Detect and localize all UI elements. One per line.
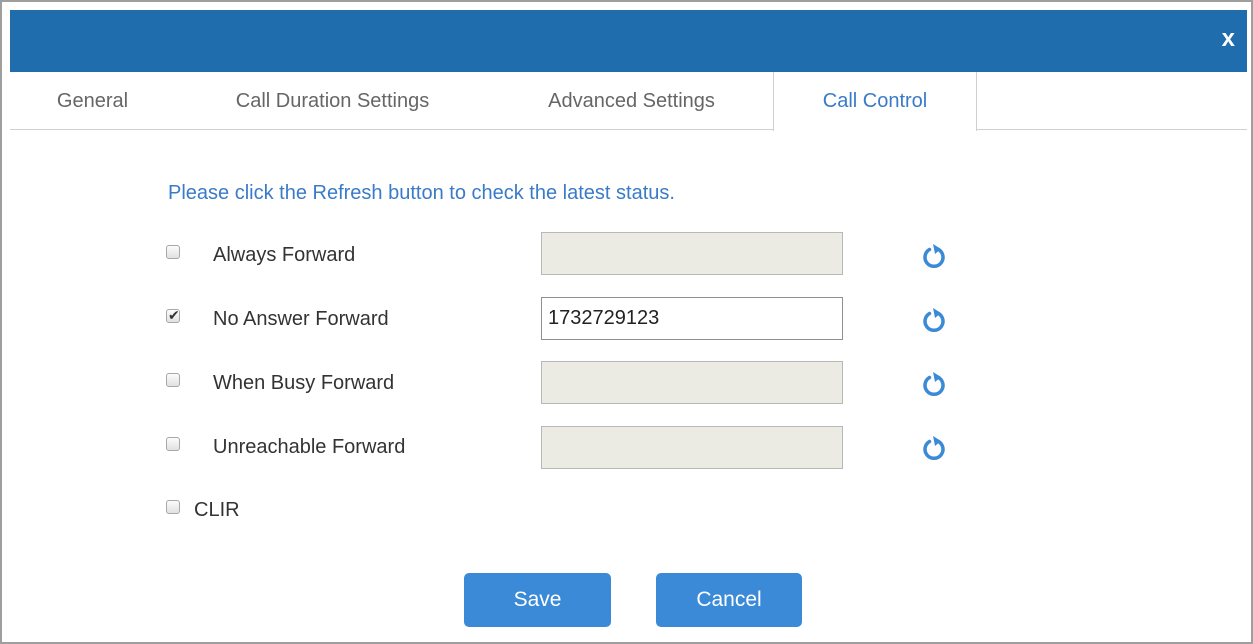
call-settings-dialog: x General Call Duration Settings Advance… [0,0,1253,644]
unreachable-forward-checkbox[interactable] [166,437,180,451]
no-answer-forward-number-field[interactable] [541,297,843,340]
always-forward-number-field[interactable] [541,232,843,275]
always-forward-label: Always Forward [213,244,356,266]
refresh-icon[interactable] [920,370,948,398]
no-answer-forward-label: No Answer Forward [213,308,389,330]
refresh-hint: Please click the Refresh button to check… [168,182,675,204]
tab-bar: General Call Duration Settings Advanced … [10,72,1247,131]
unreachable-forward-number-field[interactable] [541,426,843,469]
no-answer-forward-checkbox[interactable]: ✔ [166,307,180,323]
checkmark-icon: ✔ [168,307,180,323]
when-busy-forward-checkbox[interactable] [166,373,180,387]
clir-label: CLIR [194,499,240,521]
tab-call-duration-settings[interactable]: Call Duration Settings [175,72,490,130]
always-forward-checkbox[interactable] [166,245,180,259]
when-busy-forward-label: When Busy Forward [213,372,395,394]
when-busy-forward-number-field[interactable] [541,361,843,404]
refresh-icon[interactable] [920,306,948,334]
clir-checkbox[interactable] [166,500,180,514]
save-button[interactable]: Save [464,573,611,627]
refresh-icon[interactable] [920,242,948,270]
unreachable-forward-label: Unreachable Forward [213,436,406,458]
dialog-titlebar: x [10,10,1247,72]
tab-advanced-settings[interactable]: Advanced Settings [490,72,773,130]
cancel-button[interactable]: Cancel [656,573,802,627]
refresh-icon[interactable] [920,434,948,462]
tab-call-control[interactable]: Call Control [773,72,977,131]
close-button[interactable]: x [1222,24,1235,54]
tab-general[interactable]: General [10,72,175,130]
